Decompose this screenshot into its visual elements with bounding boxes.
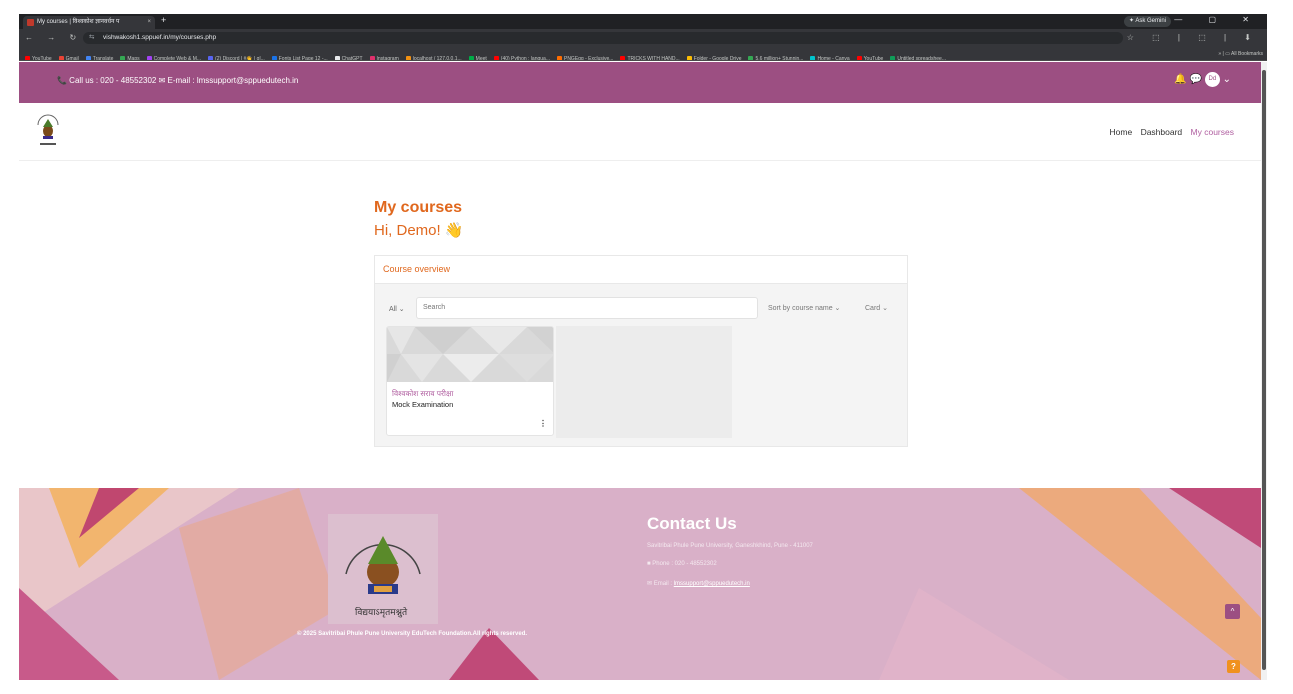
contact-address: Savitribai Phule Pune University, Ganesh… xyxy=(647,543,813,549)
contact-phone-text: Phone : 020 - 48552302 xyxy=(652,561,717,567)
page-content: 📞 Call us : 020 - 48552302 ✉ E-mail : lm… xyxy=(19,62,1261,680)
footer-background xyxy=(19,488,1261,680)
notification-icon[interactable]: 🔔 💬 xyxy=(1174,74,1202,85)
bookmark-item[interactable]: (40) Python : langua... xyxy=(494,52,550,60)
main-navbar: Home Dashboard My courses xyxy=(19,103,1261,161)
mail-icon: ✉ xyxy=(647,581,654,587)
site-info-icon[interactable]: ⇆ xyxy=(89,32,94,44)
tab-close-icon[interactable]: × xyxy=(147,16,151,29)
scrollbar-thumb[interactable] xyxy=(1262,70,1266,670)
bookmark-item[interactable]: localhost / 127.0.0.1... xyxy=(406,52,462,60)
user-menu-chevron-icon[interactable]: ⌄ xyxy=(1223,74,1231,85)
bookmark-item[interactable]: Folder - Google Drive xyxy=(687,52,742,60)
greeting: Hi, Demo! 👋 xyxy=(374,222,464,239)
footer-motto: विद्ययाऽमृतमश्नुते xyxy=(355,607,408,617)
bookmark-item[interactable]: Home - Canva xyxy=(810,52,849,60)
url-text: vishwakosh1.sppuef.in/my/courses.php xyxy=(103,34,217,41)
copyright-text: © 2025 Savitribai Phule Pune University … xyxy=(297,631,528,637)
nav-dashboard[interactable]: Dashboard xyxy=(1141,127,1183,137)
new-tab-button[interactable]: + xyxy=(161,15,166,25)
bookmark-item[interactable]: Fonts List Page 12 -... xyxy=(272,52,328,60)
sort-dropdown[interactable]: Sort by course name ⌄ xyxy=(768,304,840,312)
help-button[interactable]: ? xyxy=(1227,660,1240,673)
bookmarks-bar: YouTube Gmail Translate Maps Complete Web & … xyxy=(19,47,1267,61)
bookmark-item[interactable]: Translate xyxy=(86,52,114,60)
contact-email-link[interactable]: lmssupport@sppuedutech.in xyxy=(674,581,750,587)
all-bookmarks-button[interactable]: » | ▭ All Bookmarks xyxy=(1212,47,1263,60)
address-toolbar: ← → ↻ ⌂ ⇆ vishwakosh1.sppuef.in/my/cours… xyxy=(19,29,1267,47)
window-controls[interactable]: — ▢ ✕ xyxy=(1174,15,1261,24)
ask-gemini-button[interactable]: ✦ Ask Gemini xyxy=(1123,16,1171,27)
view-mode-dropdown[interactable]: Card ⌄ xyxy=(865,304,888,312)
course-card[interactable]: विश्वकोश सराव परीक्षा Mock Examination ⋮ xyxy=(386,326,554,436)
bookmark-item[interactable]: Complete Web & M... xyxy=(147,52,201,60)
university-logo-icon[interactable] xyxy=(34,111,62,151)
page-scrollbar[interactable] xyxy=(1261,62,1267,680)
course-category[interactable]: विश्वकोश सराव परीक्षा xyxy=(392,389,453,399)
notification-icons: 🔔 💬 Dd ⌄ xyxy=(1174,72,1231,87)
grouping-filter-dropdown[interactable]: All ⌄ xyxy=(389,305,405,313)
back-to-top-button[interactable]: ^ xyxy=(1225,604,1240,619)
nav-my-courses[interactable]: My courses xyxy=(1191,127,1234,137)
bookmark-item[interactable]: Untitled spreadshee... xyxy=(890,52,946,60)
bookmark-item[interactable]: Meet xyxy=(469,52,487,60)
footer: विद्ययाऽमृतमश्नुते © 2025 Savitribai Phu… xyxy=(19,488,1261,680)
tab-bar: My courses | विश्वकोश ज्ञानवर्धन प × + ✦… xyxy=(19,14,1267,29)
bookmark-item[interactable]: ChatGPT xyxy=(335,52,363,60)
bookmark-item[interactable]: (2) Discord | #👋 | gl... xyxy=(208,52,265,60)
course-actions-menu-icon[interactable]: ⋮ xyxy=(539,419,547,428)
empty-card-placeholder xyxy=(556,326,732,438)
bookmark-item[interactable]: PNGEgg - Exclusive... xyxy=(557,52,613,60)
course-search-input[interactable]: Search xyxy=(416,297,758,319)
avatar[interactable]: Dd xyxy=(1204,72,1220,87)
browser-tab[interactable]: My courses | विश्वकोश ज्ञानवर्धन प × xyxy=(23,16,155,29)
bookmark-item[interactable]: YouTube xyxy=(25,52,52,60)
contact-heading: Contact Us xyxy=(647,514,737,533)
favicon-icon xyxy=(27,19,34,26)
contact-email-label: Email : xyxy=(653,581,674,587)
url-bar[interactable]: ⇆ vishwakosh1.sppuef.in/my/courses.php xyxy=(83,32,1123,44)
course-image[interactable] xyxy=(387,327,554,382)
course-name[interactable]: Mock Examination xyxy=(392,400,453,409)
bookmark-item[interactable]: Gmail xyxy=(59,52,79,60)
top-contact-bar: 📞 Call us : 020 - 48552302 ✉ E-mail : lm… xyxy=(19,62,1261,103)
contact-info: 📞 Call us : 020 - 48552302 ✉ E-mail : lm… xyxy=(57,76,299,85)
tab-title: My courses | विश्वकोश ज्ञानवर्धन प xyxy=(37,19,120,25)
contact-phone: ■ Phone : 020 - 48552302 xyxy=(647,561,717,567)
course-overview-heading: Course overview xyxy=(375,256,907,284)
bookmark-item[interactable]: Maps xyxy=(120,52,139,60)
bookmark-item[interactable]: Instagram xyxy=(370,52,399,60)
bookmark-item[interactable]: TRICKS WITH HAND... xyxy=(620,52,679,60)
nav-home[interactable]: Home xyxy=(1110,127,1133,137)
contact-email: ✉ Email : lmssupport@sppuedutech.in xyxy=(647,580,750,587)
browser-window: My courses | विश्वकोश ज्ञानवर्धन प × + ✦… xyxy=(19,14,1267,680)
bookmark-item[interactable]: YouTube xyxy=(857,52,884,60)
toolbar-icons[interactable]: ☆ ⬚ | ⬚ | ⬇ xyxy=(1127,33,1259,42)
course-overview-block: Course overview All ⌄ Search Sort by cou… xyxy=(374,255,908,447)
page-title: My courses xyxy=(374,199,463,216)
bookmark-item[interactable]: 5.6 million+ Stunnin... xyxy=(748,52,803,60)
primary-nav: Home Dashboard My courses xyxy=(1104,127,1235,137)
